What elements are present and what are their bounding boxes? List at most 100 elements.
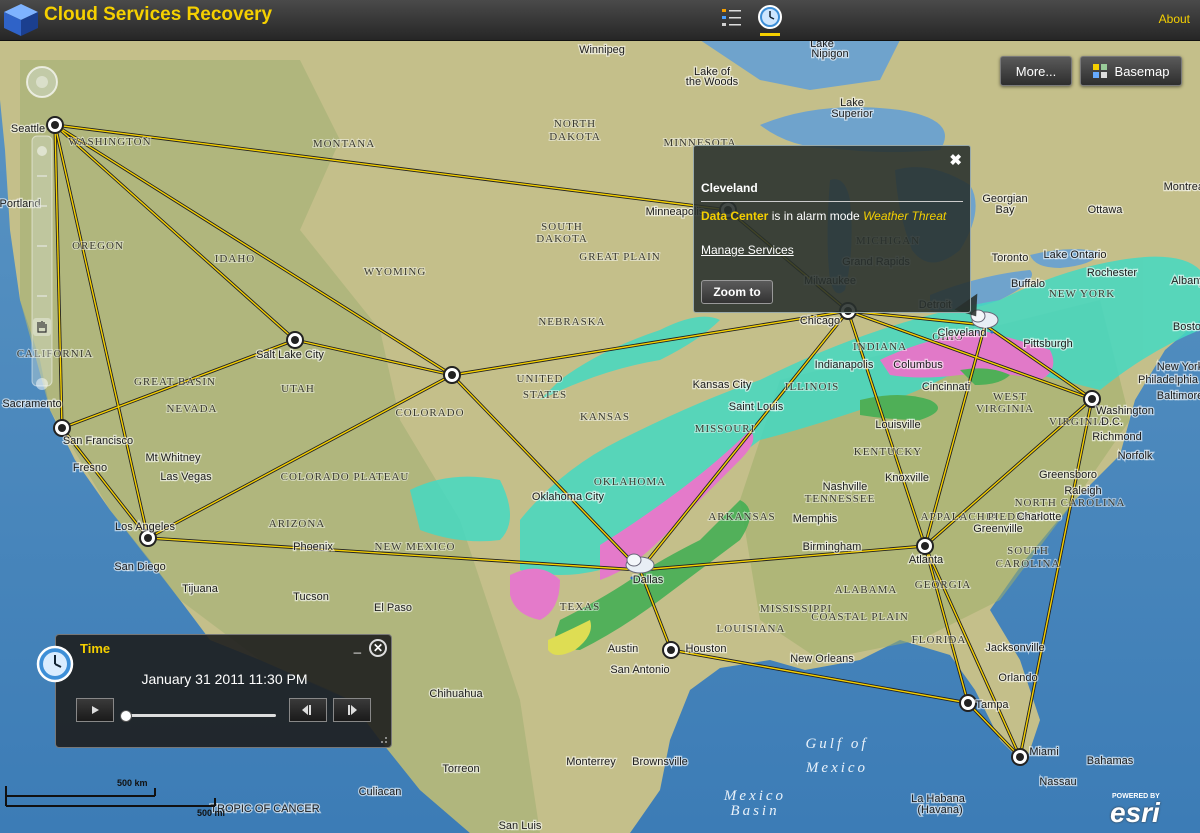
city-label: Raleigh <box>1064 485 1101 497</box>
node-miami[interactable] <box>1011 748 1029 766</box>
about-link[interactable]: About <box>1159 12 1190 26</box>
node-salt-lake-city[interactable] <box>286 331 304 349</box>
city-label: Mt Whitney <box>145 452 201 464</box>
city-label: San Francisco <box>63 435 133 447</box>
city-label: Nashville <box>823 481 868 493</box>
city-label: Pittsburgh <box>1023 338 1073 350</box>
region-label: LOUISIANA <box>717 623 786 635</box>
city-label: Dallas <box>633 574 664 586</box>
step-back-button[interactable] <box>289 698 327 722</box>
time-slider-track[interactable] <box>126 714 276 717</box>
time-panel-title: Time <box>80 641 111 656</box>
region-label: SOUTH <box>541 221 583 233</box>
region-label: KENTUCKY <box>854 446 923 458</box>
region-label: NEBRASKA <box>538 316 605 328</box>
city-label: Tijuana <box>182 583 219 595</box>
step-forward-button[interactable] <box>333 698 371 722</box>
popup-message-text: is in alarm mode <box>768 209 864 223</box>
region-label: GREAT BASIN <box>134 376 216 388</box>
region-label: COASTAL PLAIN <box>811 611 909 623</box>
popup-title: Cleveland <box>701 181 758 195</box>
region-label: OREGON <box>72 240 124 252</box>
city-label: New Orleans <box>790 653 854 665</box>
city-label: Houston <box>686 643 727 655</box>
city-label: Tampa <box>975 699 1009 711</box>
active-tool-indicator <box>760 33 780 36</box>
region-label: WYOMING <box>364 266 427 278</box>
city-label: Las Vegas <box>160 471 212 483</box>
city-label: Ottawa <box>1088 204 1124 216</box>
region-label: NORTH <box>554 118 596 130</box>
manage-services-link[interactable]: Manage Services <box>701 243 794 257</box>
legend-list-icon[interactable] <box>721 6 743 28</box>
region-label: GREAT PLAIN <box>579 251 660 263</box>
city-label: Austin <box>608 643 639 655</box>
time-panel-clock-icon <box>36 645 74 683</box>
region-label: UTAH <box>281 383 315 395</box>
region-label: NEW YORK <box>1049 288 1115 300</box>
info-popup: ✖ Cleveland Data Center is in alarm mode… <box>693 145 971 313</box>
city-label: Baltimore <box>1157 390 1200 402</box>
popup-message-subject: Data Center <box>701 209 769 223</box>
node-denver[interactable] <box>443 366 461 384</box>
time-slider-thumb[interactable] <box>120 710 132 722</box>
node-atlanta[interactable] <box>916 537 934 555</box>
node-tampa[interactable] <box>959 694 977 712</box>
time-current-date: January 31 2011 11:30 PM <box>141 671 308 687</box>
city-label: Monterrey <box>566 756 616 768</box>
city-label: Saint Louis <box>729 401 784 413</box>
zoom-to-label: Zoom to <box>713 285 761 299</box>
node-san-francisco[interactable] <box>53 419 71 437</box>
scale-mi-label: 500 mi <box>197 808 225 818</box>
time-panel-close-icon[interactable]: ✕ <box>369 639 387 657</box>
popup-close-icon[interactable]: ✖ <box>949 151 962 169</box>
city-label: Oklahoma City <box>532 491 605 503</box>
region-label: TENNESSEE <box>805 493 876 505</box>
city-label: Tucson <box>293 591 329 603</box>
city-label: Albany <box>1171 275 1200 287</box>
time-clock-icon[interactable] <box>757 4 783 30</box>
popup-message-threat: Weather Threat <box>863 209 947 223</box>
zoom-to-button[interactable]: Zoom to <box>701 280 773 304</box>
app-title: Cloud Services Recovery <box>44 4 273 25</box>
region-label: ARKANSAS <box>708 511 775 523</box>
city-label: Fresno <box>73 462 107 474</box>
region-label: DAKOTA <box>549 131 601 143</box>
city-label: San Antonio <box>610 664 669 676</box>
minimize-icon[interactable]: _ <box>354 639 361 654</box>
city-label: San Diego <box>114 561 165 573</box>
resize-grip-icon[interactable] <box>380 736 388 744</box>
city-label: Greensboro <box>1039 469 1097 481</box>
ocean-label: Mexico <box>805 760 868 776</box>
city-label: Orlando <box>998 672 1037 684</box>
city-label: San Luis <box>499 820 542 832</box>
region-label: VIRGINIA <box>1049 416 1107 428</box>
region-label: NORTH CAROLINA <box>1015 497 1126 509</box>
city-label: Norfolk <box>1118 450 1153 462</box>
city-label: Lake Ontario <box>1044 249 1107 261</box>
basemap-button[interactable]: Basemap <box>1080 56 1182 86</box>
region-label: DAKOTA <box>536 233 588 245</box>
region-label: NEW MEXICO <box>375 541 456 553</box>
city-label: Salt Lake City <box>256 349 324 361</box>
more-button[interactable]: More... <box>1000 56 1072 86</box>
city-label: Superior <box>831 108 873 120</box>
pan-control[interactable] <box>26 66 58 98</box>
city-label: Chicago <box>800 315 840 327</box>
city-label: Indianapolis <box>815 359 874 371</box>
node-houston[interactable] <box>662 641 680 659</box>
city-label: Brownsville <box>632 756 688 768</box>
zoom-slider[interactable] <box>31 135 53 390</box>
city-label: Torreon <box>442 763 479 775</box>
region-label: COLORADO <box>395 407 464 419</box>
region-label: FLORIDA <box>912 634 967 646</box>
ocean-label: Gulf of <box>805 736 868 752</box>
city-label: D.C. <box>1101 416 1123 428</box>
play-button[interactable] <box>76 698 114 722</box>
region-label: OKLAHOMA <box>594 476 666 488</box>
region-label: ALABAMA <box>835 584 898 596</box>
city-label: Atlanta <box>909 554 944 566</box>
region-label: KANSAS <box>580 411 630 423</box>
region-label: MISSOURI <box>695 423 756 435</box>
city-label: Cincinnati <box>922 381 970 393</box>
